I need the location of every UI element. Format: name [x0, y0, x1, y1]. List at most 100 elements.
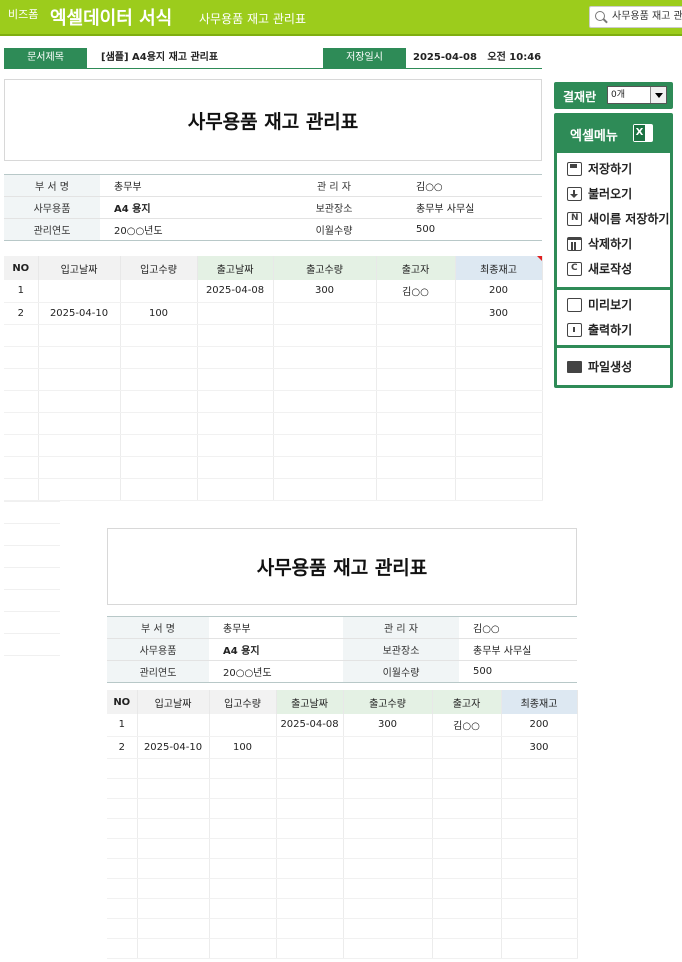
cell[interactable]: 2	[4, 302, 39, 325]
cell[interactable]	[137, 878, 210, 899]
cell[interactable]	[38, 434, 121, 457]
cell[interactable]	[273, 390, 377, 413]
cell[interactable]	[197, 434, 274, 457]
cell[interactable]	[4, 434, 39, 457]
cell[interactable]	[137, 758, 210, 779]
cell[interactable]	[276, 818, 344, 839]
cell[interactable]	[501, 798, 578, 819]
cell[interactable]	[432, 938, 502, 959]
cell[interactable]	[209, 918, 277, 939]
cell[interactable]	[137, 818, 210, 839]
cell[interactable]	[276, 798, 344, 819]
cell[interactable]	[120, 434, 198, 457]
cell[interactable]	[197, 302, 274, 325]
cell[interactable]	[4, 390, 39, 413]
cell[interactable]	[276, 938, 344, 959]
cell[interactable]: 1	[4, 280, 39, 303]
location-value[interactable]: 총무부 사무실	[402, 196, 542, 219]
cell[interactable]	[38, 280, 121, 303]
cell[interactable]	[343, 918, 433, 939]
cell[interactable]	[376, 368, 456, 391]
cell[interactable]	[197, 456, 274, 479]
cell[interactable]	[432, 818, 502, 839]
cell[interactable]: 300	[273, 280, 377, 303]
cell[interactable]	[343, 778, 433, 799]
cell[interactable]: 100	[120, 302, 198, 325]
cell[interactable]	[120, 456, 198, 479]
print-button[interactable]: 출력하기	[557, 317, 670, 342]
cell[interactable]	[343, 938, 433, 959]
cell[interactable]	[120, 324, 198, 347]
save-as-button[interactable]: 새이름 저장하기	[557, 206, 670, 231]
create-file-button[interactable]: 파일생성	[557, 354, 670, 379]
cell[interactable]	[137, 798, 210, 819]
cell[interactable]	[343, 818, 433, 839]
cell[interactable]	[501, 758, 578, 779]
cell[interactable]	[343, 838, 433, 859]
cell[interactable]	[432, 758, 502, 779]
cell[interactable]	[455, 412, 543, 435]
cell[interactable]	[276, 918, 344, 939]
cell[interactable]	[4, 346, 39, 369]
cell[interactable]	[501, 918, 578, 939]
cell[interactable]	[107, 758, 138, 779]
cell[interactable]	[120, 412, 198, 435]
cell[interactable]	[432, 858, 502, 879]
cell[interactable]	[4, 368, 39, 391]
cell[interactable]	[137, 838, 210, 859]
search-box[interactable]: 사무용품 재고 관리표	[589, 6, 682, 28]
cell[interactable]	[455, 324, 543, 347]
cell[interactable]	[273, 368, 377, 391]
cell[interactable]	[107, 938, 138, 959]
cell[interactable]	[432, 918, 502, 939]
cell[interactable]	[501, 858, 578, 879]
cell[interactable]	[432, 878, 502, 899]
cell[interactable]	[276, 778, 344, 799]
approval-count-select[interactable]: 0개	[607, 86, 667, 104]
cell[interactable]	[376, 324, 456, 347]
cell[interactable]	[376, 302, 456, 325]
cell[interactable]	[137, 938, 210, 959]
year-value[interactable]: 20○○년도	[100, 218, 266, 241]
cell[interactable]	[120, 346, 198, 369]
dropdown-arrow-icon[interactable]	[650, 87, 666, 103]
cell[interactable]	[273, 434, 377, 457]
cell[interactable]: 200	[455, 280, 543, 303]
cell[interactable]	[209, 878, 277, 899]
cell[interactable]: 김○○	[376, 280, 456, 303]
cell[interactable]	[343, 878, 433, 899]
cell[interactable]	[376, 478, 456, 501]
preview-button[interactable]: 미리보기	[557, 292, 670, 317]
cell[interactable]	[107, 778, 138, 799]
cell[interactable]	[107, 898, 138, 919]
cell[interactable]	[137, 898, 210, 919]
cell[interactable]	[107, 858, 138, 879]
cell[interactable]	[197, 368, 274, 391]
cell[interactable]	[273, 302, 377, 325]
cell[interactable]	[38, 324, 121, 347]
cell[interactable]	[455, 390, 543, 413]
cell[interactable]	[38, 346, 121, 369]
dept-value[interactable]: 총무부	[100, 174, 266, 197]
cell[interactable]	[107, 838, 138, 859]
cell[interactable]	[501, 838, 578, 859]
cell[interactable]	[376, 412, 456, 435]
new-button[interactable]: 새로작성	[557, 256, 670, 281]
cell[interactable]	[501, 898, 578, 919]
cell[interactable]	[343, 798, 433, 819]
cell[interactable]	[376, 456, 456, 479]
cell[interactable]	[38, 456, 121, 479]
open-button[interactable]: 불러오기	[557, 181, 670, 206]
cell[interactable]	[376, 346, 456, 369]
cell[interactable]	[137, 918, 210, 939]
cell[interactable]	[4, 412, 39, 435]
cell[interactable]	[455, 434, 543, 457]
cell[interactable]	[455, 368, 543, 391]
cell[interactable]	[209, 778, 277, 799]
cell[interactable]	[197, 478, 274, 501]
cell[interactable]	[273, 456, 377, 479]
cell[interactable]	[107, 878, 138, 899]
cell[interactable]	[209, 858, 277, 879]
cell[interactable]	[455, 346, 543, 369]
save-button[interactable]: 저장하기	[557, 156, 670, 181]
